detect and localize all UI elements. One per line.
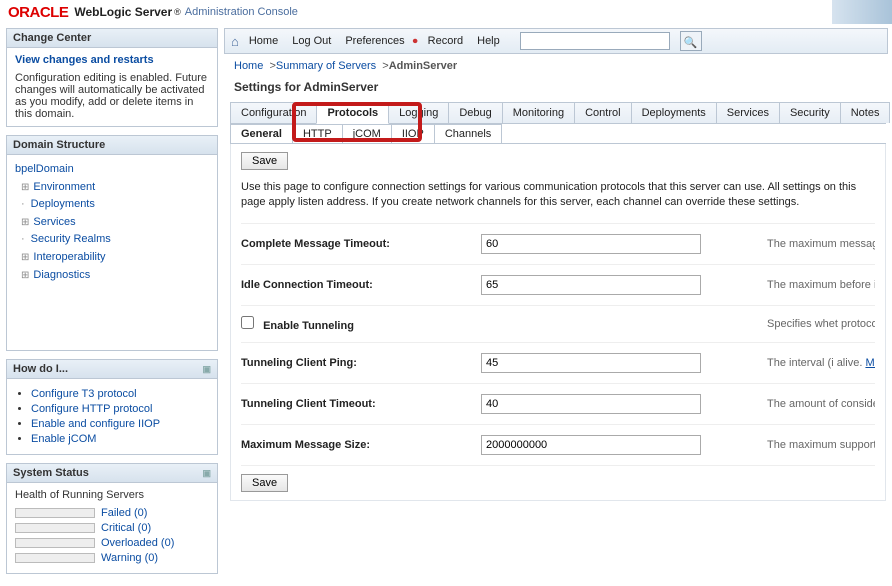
checkbox-enable-tunneling[interactable] [241, 316, 254, 329]
health-critical: Critical (0) [15, 522, 209, 534]
main-tabs: Configuration Protocols Logging Debug Mo… [230, 102, 886, 124]
search-button[interactable] [680, 31, 702, 51]
tab-protocols[interactable]: Protocols [316, 102, 389, 124]
domain-structure-portlet: Domain Structure bpelDomain Environment … [6, 135, 218, 351]
change-center-header: Change Center [7, 29, 217, 48]
howto-iiop[interactable]: Enable and configure IIOP [31, 418, 160, 430]
brand-oracle: ORACLE [8, 4, 68, 21]
subtab-general[interactable]: General [230, 124, 293, 143]
system-status-portlet: System Status ▣ Health of Running Server… [6, 463, 218, 574]
system-status-header: System Status ▣ [7, 464, 217, 483]
breadcrumb-home[interactable]: Home [234, 60, 263, 72]
save-button-bottom[interactable]: Save [241, 474, 288, 492]
toolbar-home[interactable]: Home [243, 33, 284, 49]
domain-tree: bpelDomain Environment Deployments Servi… [7, 155, 217, 350]
search-input[interactable] [520, 32, 670, 50]
sub-tabs: General HTTP jCOM IIOP Channels [230, 124, 886, 144]
howto-t3[interactable]: Configure T3 protocol [31, 388, 137, 400]
help-tunneling-client-ping: The interval (i alive. More I [755, 357, 875, 369]
input-tunneling-client-timeout[interactable] [481, 394, 701, 414]
subtab-jcom[interactable]: jCOM [342, 124, 392, 143]
breadcrumb: Home >Summary of Servers >AdminServer [224, 56, 892, 76]
tab-control[interactable]: Control [574, 102, 631, 123]
tree-services[interactable]: Services [33, 216, 75, 228]
help-idle-connection-timeout: The maximum before it is clo attribute. … [755, 279, 875, 291]
home-icon [231, 34, 241, 49]
breadcrumb-current: AdminServer [389, 60, 457, 72]
tab-deployments[interactable]: Deployments [631, 102, 717, 123]
domain-structure-header: Domain Structure [7, 136, 217, 155]
brand-tagline: Administration Console [185, 6, 298, 18]
tab-configuration[interactable]: Configuration [230, 102, 317, 123]
brand-product: WebLogic Server [74, 5, 172, 19]
collapse-icon[interactable]: ▣ [202, 468, 211, 479]
more-info-link[interactable]: More I [865, 357, 875, 369]
health-warning: Warning (0) [15, 552, 209, 564]
input-maximum-message-size[interactable] [481, 435, 701, 455]
content-area: Save Use this page to configure connecti… [230, 144, 886, 501]
tree-root[interactable]: bpelDomain [15, 163, 74, 175]
tab-monitoring[interactable]: Monitoring [502, 102, 575, 123]
page-title: Settings for AdminServer [224, 78, 892, 96]
tab-security[interactable]: Security [779, 102, 841, 123]
collapse-icon[interactable]: ▣ [202, 364, 211, 375]
health-failed: Failed (0) [15, 507, 209, 519]
input-tunneling-client-ping[interactable] [481, 353, 701, 373]
search-icon [684, 34, 698, 49]
label-idle-connection-timeout: Idle Connection Timeout: [241, 279, 481, 291]
change-center-portlet: Change Center View changes and restarts … [6, 28, 218, 127]
help-maximum-message-size: The maximum supported prot custom channe [755, 439, 875, 451]
label-maximum-message-size: Maximum Message Size: [241, 439, 481, 451]
label-tunneling-client-timeout: Tunneling Client Timeout: [241, 398, 481, 410]
breadcrumb-summary[interactable]: Summary of Servers [276, 60, 376, 72]
record-icon [413, 35, 420, 47]
tree-diagnostics[interactable]: Diagnostics [33, 269, 90, 281]
howto-jcom[interactable]: Enable jCOM [31, 433, 96, 445]
tab-notes[interactable]: Notes [840, 102, 891, 123]
label-tunneling-client-ping: Tunneling Client Ping: [241, 357, 481, 369]
input-idle-connection-timeout[interactable] [481, 275, 701, 295]
help-tunneling-client-timeout: The amount of considered dea [755, 398, 875, 410]
health-subtitle: Health of Running Servers [15, 489, 209, 501]
page-description: Use this page to configure connection se… [241, 180, 875, 211]
tree-environment[interactable]: Environment [33, 181, 95, 193]
help-complete-message-timeout: The maximum message to be each channel c [755, 238, 875, 250]
tree-interoperability[interactable]: Interoperability [33, 251, 105, 263]
right-column: Home Log Out Preferences Record Help Hom… [224, 24, 892, 501]
label-enable-tunneling: Enable Tunneling [263, 320, 354, 332]
banner-gradient [832, 0, 892, 24]
view-changes-link[interactable]: View changes and restarts [15, 54, 154, 66]
subtab-http[interactable]: HTTP [292, 124, 343, 143]
toolbar-help[interactable]: Help [471, 33, 506, 49]
health-overloaded: Overloaded (0) [15, 537, 209, 549]
tab-services[interactable]: Services [716, 102, 780, 123]
input-complete-message-timeout[interactable] [481, 234, 701, 254]
top-banner: ORACLE WebLogic Server ® Administration … [0, 0, 892, 24]
change-center-text: Configuration editing is enabled. Future… [15, 72, 209, 120]
tab-logging[interactable]: Logging [388, 102, 449, 123]
left-column: Change Center View changes and restarts … [0, 24, 224, 586]
how-do-i-portlet: How do I... ▣ Configure T3 protocol Conf… [6, 359, 218, 455]
toolbar: Home Log Out Preferences Record Help [224, 28, 888, 54]
toolbar-preferences[interactable]: Preferences [339, 33, 410, 49]
tree-security-realms[interactable]: Security Realms [31, 233, 111, 245]
subtab-iiop[interactable]: IIOP [391, 124, 435, 143]
tab-debug[interactable]: Debug [448, 102, 502, 123]
subtab-channels[interactable]: Channels [434, 124, 502, 143]
help-enable-tunneling: Specifies whet protocols shou [755, 318, 875, 330]
save-button[interactable]: Save [241, 152, 288, 170]
label-complete-message-timeout: Complete Message Timeout: [241, 238, 481, 250]
tree-deployments[interactable]: Deployments [31, 198, 95, 210]
brand-registered: ® [174, 7, 181, 17]
how-do-i-header: How do I... ▣ [7, 360, 217, 379]
toolbar-logout[interactable]: Log Out [286, 33, 337, 49]
howto-http[interactable]: Configure HTTP protocol [31, 403, 152, 415]
toolbar-record[interactable]: Record [422, 33, 469, 49]
